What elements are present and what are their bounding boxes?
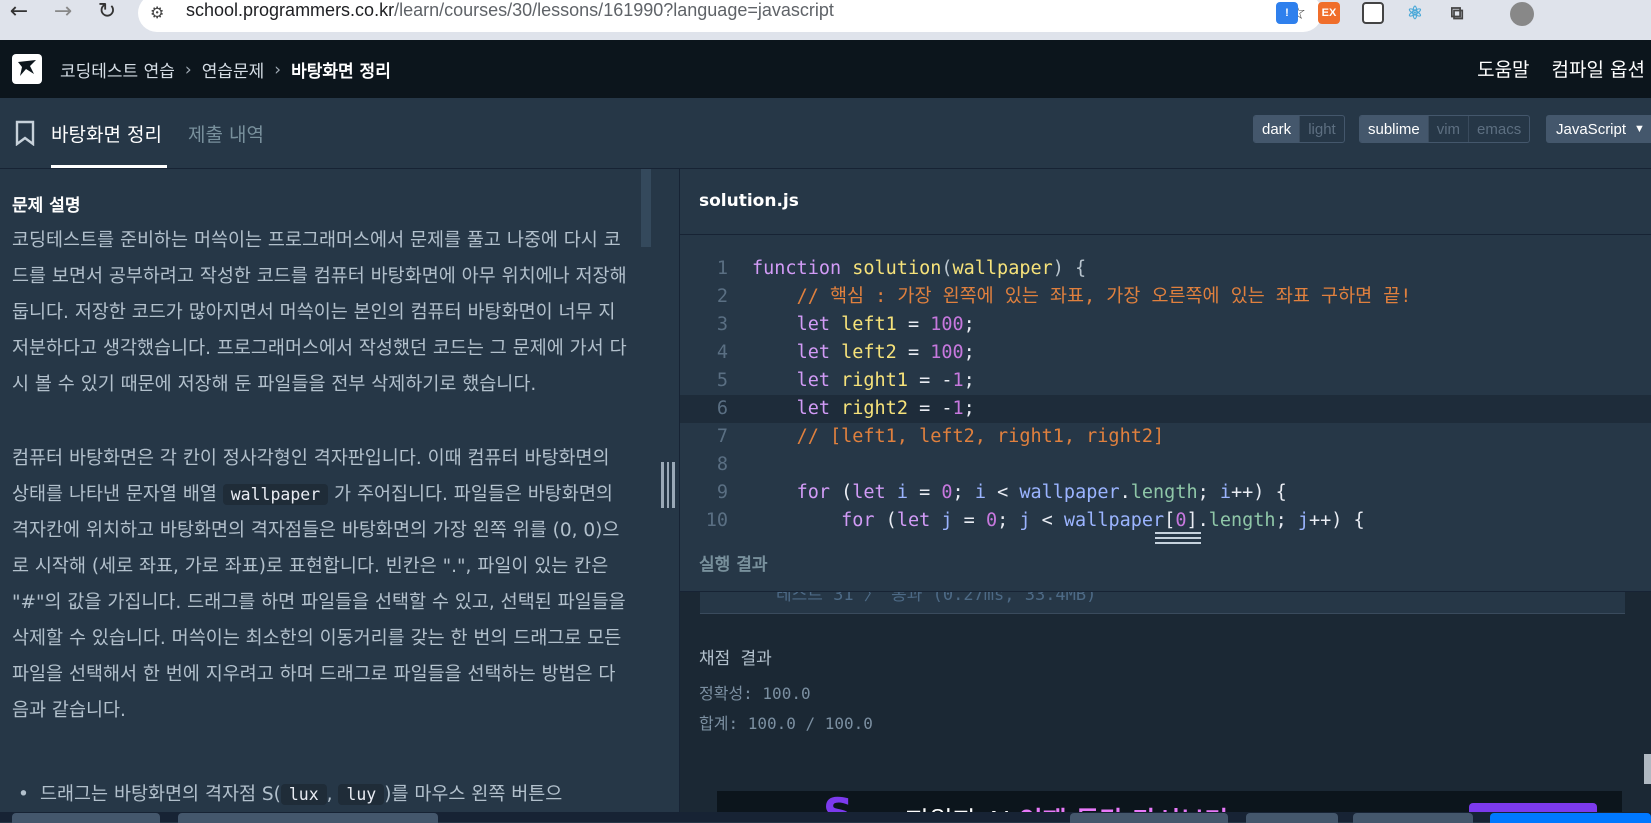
keymap-vim-option[interactable]: vim	[1427, 116, 1468, 142]
puzzle-extension-icon[interactable]: ⧉	[1446, 2, 1468, 24]
shield-extension-icon[interactable]: !	[1276, 2, 1298, 24]
breadcrumb-item-practice[interactable]: 연습문제	[202, 57, 265, 82]
bullet-icon: •	[18, 784, 29, 805]
editor-resize-handle[interactable]	[1155, 532, 1201, 546]
results-output: 테스트 31 〉 통과 (0.27ms, 33.4MB) 채점 결과 정확성: …	[680, 592, 1651, 822]
programmers-logo-icon[interactable]	[12, 54, 42, 84]
language-select-value: JavaScript	[1556, 120, 1627, 138]
problem-paragraph-2: 컴퓨터 바탕화면은 각 칸이 정사각형인 격자판입니다. 이때 컴퓨터 바탕화면…	[12, 448, 626, 721]
results-panel: 실행 결과 테스트 31 〉 통과 (0.27ms, 33.4MB) 채점 결과…	[680, 530, 1651, 822]
editor-file-header: solution.js	[680, 169, 1651, 235]
app-header: 코딩테스트 연습 › 연습문제 › 바탕화면 정리 도움말 컴파일 옵션	[0, 40, 1651, 98]
theme-dark-option[interactable]: dark	[1254, 116, 1300, 142]
tab-problem[interactable]: 바탕화면 정리	[51, 120, 162, 147]
keymap-emacs-option[interactable]: emacs	[1468, 116, 1529, 142]
file-name: solution.js	[699, 191, 799, 211]
code-lux: lux	[280, 784, 327, 805]
help-link[interactable]: 도움말	[1477, 55, 1529, 82]
breadcrumb: 코딩테스트 연습 › 연습문제 › 바탕화면 정리	[60, 57, 391, 83]
bookmark-icon[interactable]	[14, 120, 36, 146]
list-item: • 드래그는 바탕화면의 격자점 S(lux, luy)를 마우스 왼쪽 버튼으	[18, 777, 562, 813]
caret-down-icon: ▼	[1634, 123, 1645, 135]
breadcrumb-item-coding-test[interactable]: 코딩테스트 연습	[60, 57, 175, 82]
theme-toggle: dark light	[1253, 115, 1345, 143]
ex-extension-icon[interactable]: EX	[1318, 2, 1340, 24]
problem-description-panel: 문제 설명 코딩테스트를 준비하는 머쓱이는 프로그래머스에서 문제를 풀고 나…	[0, 169, 660, 822]
url-text[interactable]: school.programmers.co.kr/learn/courses/3…	[186, 0, 834, 21]
language-select[interactable]: JavaScript ▼	[1546, 115, 1651, 143]
code-luy: luy	[338, 784, 385, 805]
theme-light-option[interactable]: light	[1299, 116, 1344, 142]
accuracy-score: 정확성: 100.0	[699, 684, 811, 703]
left-panel-scrollbar[interactable]	[641, 169, 651, 247]
keymap-toggle: sublime vim emacs	[1359, 115, 1531, 143]
tab-submissions[interactable]: 제출 내역	[188, 120, 264, 147]
results-scrollbar[interactable]	[1644, 754, 1651, 784]
total-score: 합계: 100.0 / 100.0	[699, 714, 873, 733]
react-extension-icon[interactable]: ⚛	[1404, 2, 1426, 24]
split-drag-handle[interactable]	[661, 462, 676, 508]
forward-arrow-icon[interactable]: →	[48, 0, 78, 26]
code-editor[interactable]: solution.js 1 function solution(wallpaper…	[680, 169, 1651, 530]
code-area[interactable]: 1 function solution(wallpaper) { 2 // 핵심 …	[680, 255, 1651, 530]
code-line-6[interactable]: 6 let right2 = -1;	[680, 395, 1651, 423]
results-title: 실행 결과	[699, 555, 768, 575]
address-bar[interactable]: ⚙ school.programmers.co.kr/learn/courses…	[138, 0, 1322, 32]
lesson-tabs-bar: 바탕화면 정리 제출 내역 dark light sublime vim ema…	[0, 98, 1651, 169]
edit-extension-icon[interactable]	[1362, 2, 1384, 24]
code-line-9[interactable]: 9 for (let i = 0; i < wallpaper.length; …	[680, 479, 1651, 507]
code-line-2[interactable]: 2 // 핵심 : 가장 왼쪽에 있는 좌표, 가장 오른쪽에 있는 좌표 구하…	[680, 283, 1651, 311]
test-result-row: 테스트 31 〉 통과 (0.27ms, 33.4MB)	[700, 592, 1625, 614]
code-line-4[interactable]: 4 let left2 = 100;	[680, 339, 1651, 367]
code-line-8[interactable]: 8	[680, 451, 1651, 479]
keymap-sublime-option[interactable]: sublime	[1360, 116, 1428, 142]
site-settings-icon[interactable]: ⚙	[150, 3, 170, 23]
active-tab-indicator	[51, 165, 167, 168]
code-line-5[interactable]: 5 let right1 = -1;	[680, 367, 1651, 395]
chevron-right-icon: ›	[274, 59, 282, 80]
chevron-right-icon: ›	[184, 59, 192, 80]
code-line-7[interactable]: 7 // [left1, left2, right1, right2]	[680, 423, 1651, 451]
profile-avatar[interactable]	[1510, 2, 1534, 26]
grading-result-title: 채점 결과	[699, 649, 772, 669]
browser-toolbar: ← → ↻ ⚙ school.programmers.co.kr/learn/c…	[0, 0, 1651, 40]
breadcrumb-item-current: 바탕화면 정리	[291, 62, 391, 82]
code-line-1[interactable]: 1 function solution(wallpaper) {	[680, 255, 1651, 283]
compile-options-link[interactable]: 컴파일 옵션	[1552, 55, 1645, 82]
code-line-3[interactable]: 3 let left1 = 100;	[680, 311, 1651, 339]
code-wallpaper: wallpaper	[222, 484, 329, 505]
code-line-10[interactable]: 10 for (let j = 0; j < wallpaper[0].leng…	[680, 507, 1651, 530]
back-arrow-icon[interactable]: ←	[4, 0, 34, 26]
reload-icon[interactable]: ↻	[92, 0, 122, 26]
problem-paragraph-1: 코딩테스트를 준비하는 머쓱이는 프로그래머스에서 문제를 풀고 나중에 다시 …	[12, 230, 627, 395]
problem-title: 문제 설명	[12, 196, 81, 216]
